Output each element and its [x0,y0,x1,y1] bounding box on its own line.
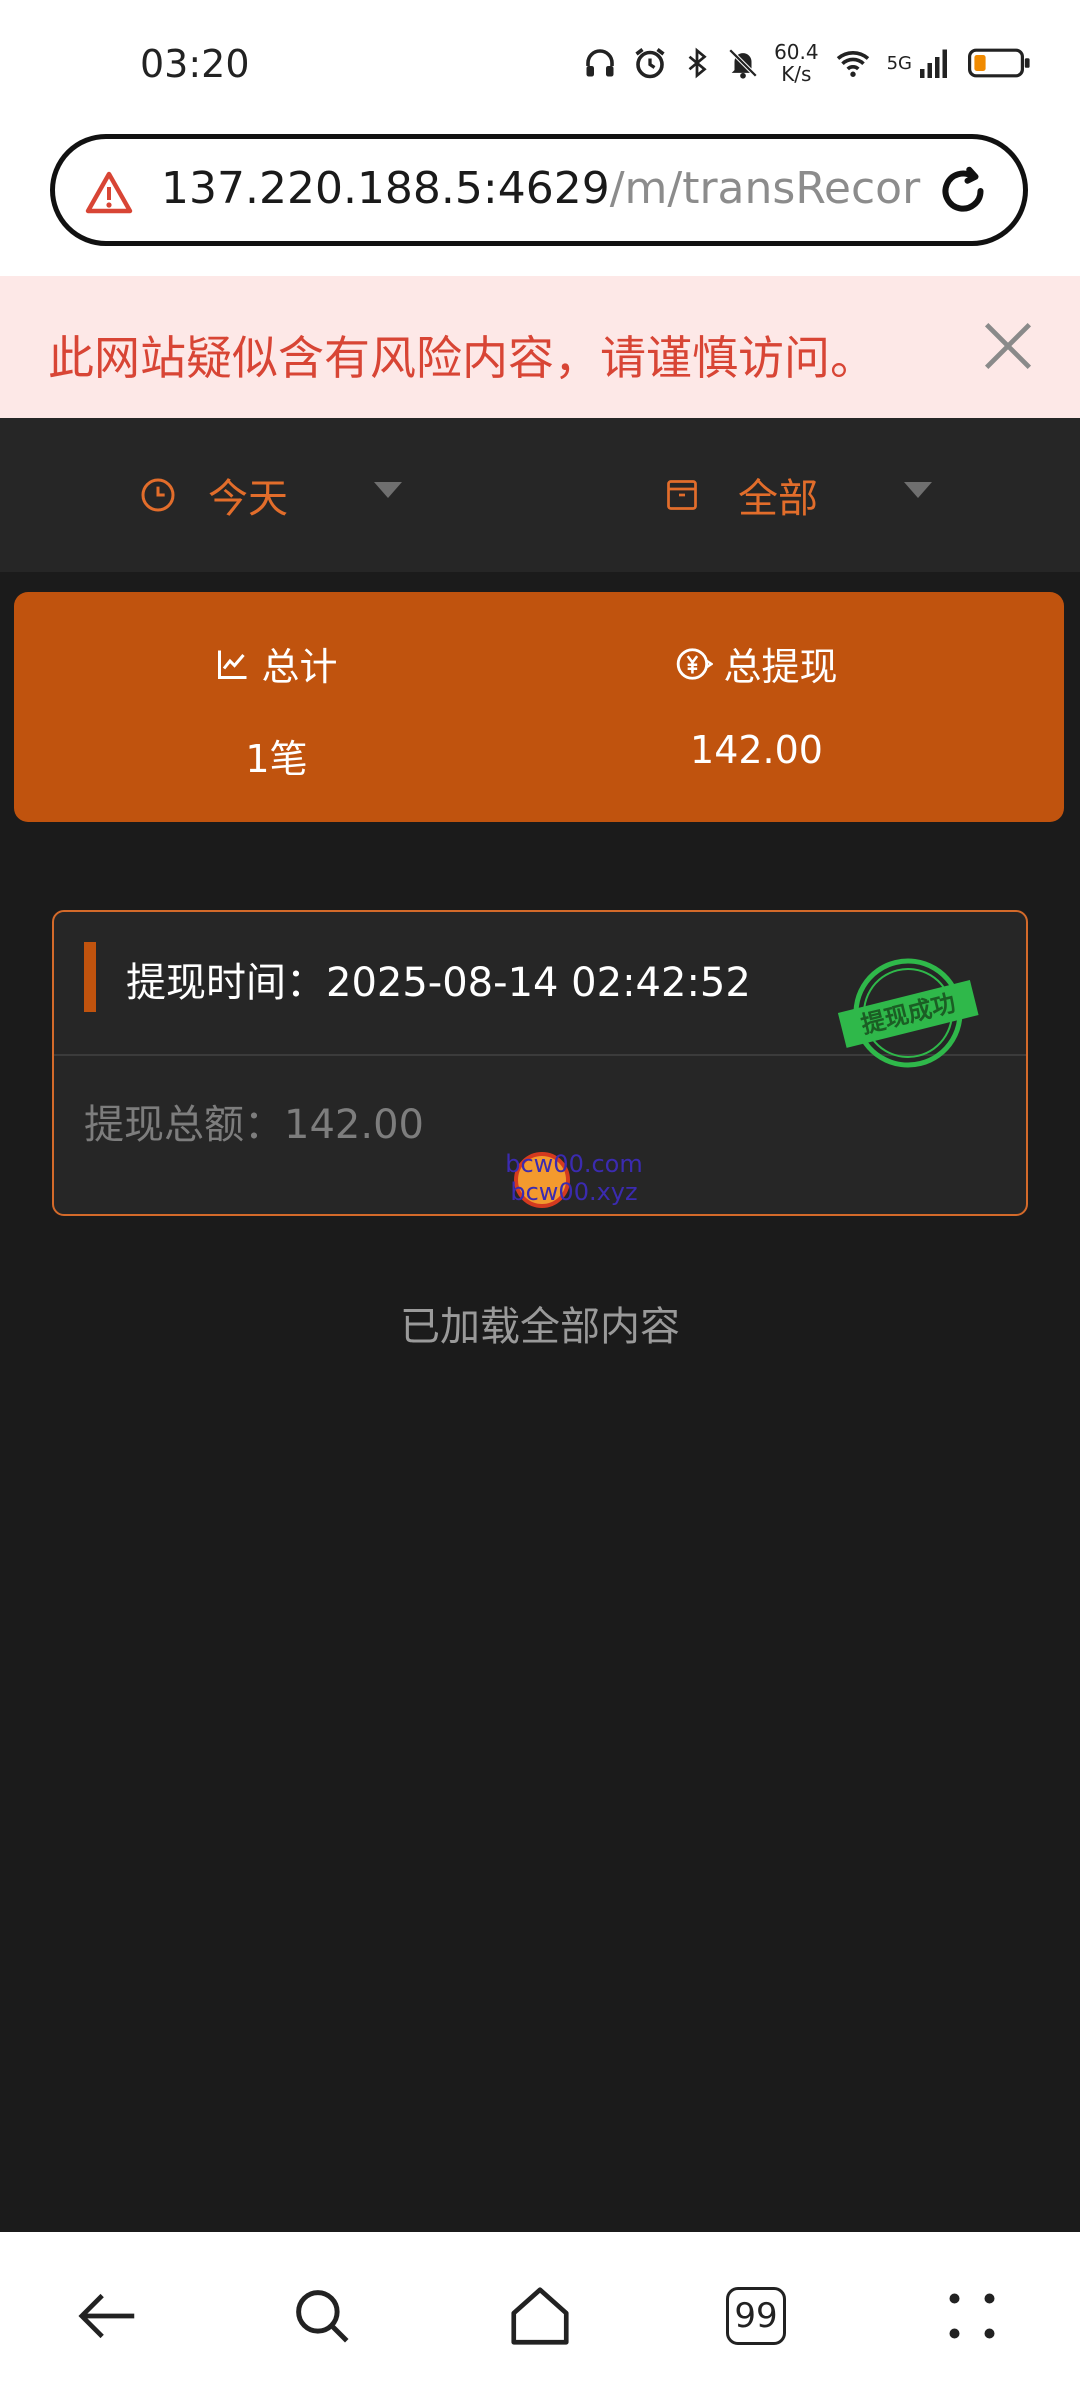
chevron-down-icon [904,482,932,498]
type-filter-dropdown[interactable]: 全部 [664,418,932,572]
summary-withdraw-label: 总提现 [723,645,838,689]
status-time: 03:20 [140,42,250,86]
search-button[interactable] [282,2276,362,2356]
wifi-icon [836,51,869,77]
chevron-down-icon [374,482,402,498]
home-button[interactable] [500,2276,580,2356]
net-speed: 60.4 K/s [774,41,819,85]
alarm-icon [635,48,665,79]
tabs-button[interactable]: 99 [716,2276,796,2356]
risk-warning-text: 此网站疑似含有风险内容，请谨慎访问。 [48,331,876,385]
summary-count-label: 总计 [261,645,338,689]
back-button[interactable] [68,2276,148,2356]
record-accent-bar [84,942,96,1012]
tabs-icon: 99 [726,2287,786,2345]
close-icon[interactable] [976,314,1040,378]
back-arrow-icon [78,2293,135,2339]
success-stamp: 提现成功 [837,958,979,1068]
headphones-icon [586,49,614,77]
record-time-value: 2025-08-14 02:42:52 [326,960,751,1006]
url-host: 137.220.188.5:4629 [161,163,610,214]
reload-icon[interactable] [933,161,993,221]
net-speed-unit: K/s [781,62,812,86]
url-text[interactable]: 137.220.188.5:4629/m/transRecor [161,163,941,214]
watermark-line-2: bcw00.xyz [510,1178,637,1206]
battery-icon [968,48,1030,78]
network-type: 5G [886,52,912,74]
home-icon [511,2287,569,2345]
address-bar[interactable]: 137.220.188.5:4629/m/transRecor [50,134,1028,246]
status-icons: 60.4 K/s 5G [582,38,1032,88]
trend-chart-icon [218,650,247,679]
tabs-count: 99 [734,2296,778,2336]
net-speed-value: 60.4 [774,40,819,64]
summary-count-value: 1笔 [245,737,308,781]
record-amount: 提现总额：142.00 [84,1092,424,1150]
record-amount-value: 142.00 [284,1102,424,1148]
record-time-label: 提现时间： [126,960,326,1006]
browser-bottom-nav: 99 [0,2232,1080,2400]
watermark-line-1: bcw00.com [505,1150,642,1178]
record-time: 提现时间：2025-08-14 02:42:52 [126,950,751,1008]
summary-count: 总计 1笔 [14,592,539,822]
summary-card: 总计 1笔 总提现 142.00 [14,592,1064,822]
summary-withdraw-value: 142.00 [690,728,823,772]
url-path: /m/transRecor [609,163,921,214]
bluetooth-icon [688,47,707,79]
summary-withdraw: 总提现 142.00 [494,592,1019,822]
list-end-text: 已加载全部内容 [400,1304,680,1350]
watermark-logo: bcw00.com bcw00.xyz [505,1150,643,1208]
clock-icon [141,478,175,512]
menu-button[interactable] [932,2276,1012,2356]
date-filter-label: 今天 [208,476,288,522]
risk-warning-banner: 此网站疑似含有风险内容，请谨慎访问。 [0,276,1080,418]
type-filter-label: 全部 [738,476,818,522]
filter-bar: 今天 全部 [0,418,1080,572]
more-dots-icon [949,2293,995,2339]
yuan-coin-icon [677,647,714,680]
search-icon [296,2290,349,2343]
date-filter-dropdown[interactable]: 今天 [138,418,402,572]
warning-icon[interactable] [85,169,133,217]
record-amount-label: 提现总额： [84,1102,284,1148]
bell-off-icon [728,48,758,79]
withdraw-record-card[interactable]: 提现时间：2025-08-14 02:42:52 提现总额：142.00 提现成… [52,910,1028,1216]
archive-icon [667,480,697,510]
signal-icon [920,49,947,78]
